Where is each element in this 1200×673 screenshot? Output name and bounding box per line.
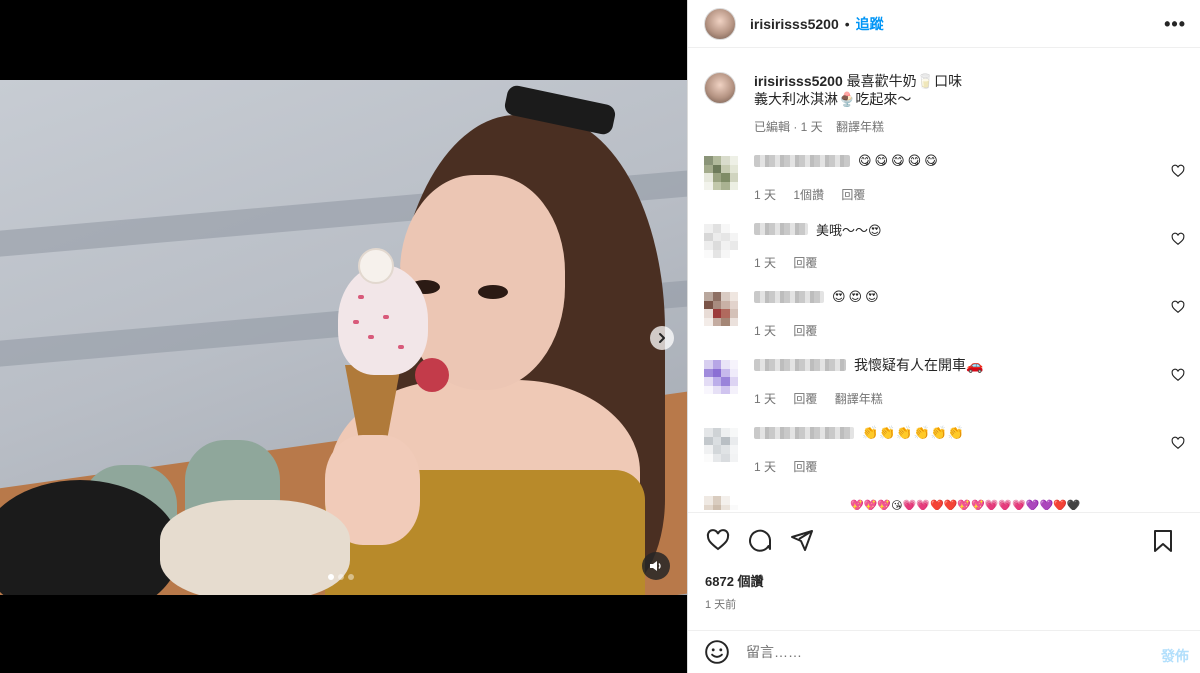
- share-button[interactable]: [788, 526, 816, 554]
- comment-time: 1 天: [754, 324, 777, 338]
- carousel-dot: [328, 574, 334, 580]
- comments-list[interactable]: irisirisss5200 最喜歡牛奶🥛口味 義大利冰淇淋🍨吃起來～ 已編輯 …: [688, 60, 1200, 510]
- comment-input[interactable]: [746, 644, 1126, 660]
- emoji-icon[interactable]: [704, 639, 730, 665]
- redacted-username[interactable]: [754, 427, 854, 439]
- carousel-dot: [338, 574, 344, 580]
- avatar[interactable]: [704, 224, 738, 258]
- heart-icon: [706, 528, 730, 550]
- caption-username[interactable]: irisirisss5200: [754, 73, 843, 89]
- avatar[interactable]: [704, 72, 736, 104]
- post-photo[interactable]: [0, 80, 687, 595]
- caption-line1: 最喜歡牛奶🥛口味: [846, 73, 963, 89]
- redacted-username[interactable]: [754, 291, 824, 303]
- audio-toggle-button[interactable]: [642, 552, 670, 580]
- redacted-username[interactable]: [754, 223, 808, 235]
- reply-button[interactable]: 回覆: [793, 392, 817, 406]
- comment-text: 💖💖💖😘💗💗❤️❤️💖💖💗💗💗💜💜❤️🖤: [850, 498, 1081, 511]
- likes-count[interactable]: 6872 個讚: [705, 571, 764, 590]
- post-side-panel: irisirisss5200 • 追蹤 ••• irisirisss5200 最…: [687, 0, 1200, 673]
- reply-button[interactable]: 回覆: [841, 188, 865, 202]
- carousel-dots: [328, 574, 354, 580]
- avatar[interactable]: [704, 496, 738, 510]
- comment-text: 😋😋😋😋😋: [858, 153, 941, 169]
- reply-button[interactable]: 回覆: [793, 324, 817, 338]
- post-header: irisirisss5200 • 追蹤 •••: [688, 0, 1200, 48]
- comment-icon: [749, 529, 771, 552]
- chevron-right-icon: [659, 333, 665, 343]
- separator: •: [844, 15, 850, 32]
- comment-item: 💖💖💖😘💗💗❤️❤️💖💖💗💗💗💜💜❤️🖤: [704, 486, 1185, 510]
- translate-link[interactable]: 翻譯年糕: [835, 392, 883, 406]
- comment-time: 1 天: [754, 460, 777, 474]
- follow-button[interactable]: 追蹤: [856, 14, 884, 34]
- save-button[interactable]: [1149, 527, 1177, 555]
- comment-time: 1 天: [754, 256, 777, 270]
- avatar[interactable]: [704, 428, 738, 462]
- caption-line2: 義大利冰淇淋🍨吃起來～: [754, 91, 912, 107]
- comment-text: 我懷疑有人在開車🚗: [854, 357, 984, 373]
- avatar[interactable]: [704, 156, 738, 190]
- comment-item: 😍😍😍 1 天 回覆: [704, 282, 1185, 350]
- heart-icon[interactable]: [1171, 436, 1185, 450]
- action-bar: [688, 512, 1200, 566]
- comment-item: 👏👏👏👏👏👏 1 天 回覆: [704, 418, 1185, 486]
- bookmark-icon: [1154, 530, 1172, 552]
- comment-item: 美哦～～😍 1 天 回覆: [704, 214, 1185, 282]
- avatar[interactable]: [704, 7, 736, 40]
- post-time[interactable]: 1 天前: [705, 596, 736, 612]
- heart-icon[interactable]: [1171, 164, 1185, 178]
- reply-button[interactable]: 回覆: [793, 256, 817, 270]
- comment-time: 1 天: [754, 392, 777, 406]
- heart-icon[interactable]: [1171, 368, 1185, 382]
- cloth: [160, 500, 350, 595]
- more-options-button[interactable]: •••: [1164, 14, 1186, 35]
- avatar[interactable]: [704, 292, 738, 326]
- comment-composer: 發佈: [688, 630, 1200, 673]
- username-link[interactable]: irisirisss5200: [750, 16, 839, 32]
- heart-icon[interactable]: [1171, 300, 1185, 314]
- comment-item: 我懷疑有人在開車🚗 1 天 回覆 翻譯年糕: [704, 350, 1185, 418]
- reply-button[interactable]: 回覆: [793, 460, 817, 474]
- media-pane: [0, 0, 687, 673]
- comment-likes[interactable]: 1個讚: [793, 188, 824, 202]
- carousel-dot: [348, 574, 354, 580]
- comment-button[interactable]: [746, 526, 774, 554]
- translate-link[interactable]: 翻譯年糕: [836, 120, 884, 134]
- comment-text: 👏👏👏👏👏👏: [862, 425, 966, 441]
- caption: irisirisss5200 最喜歡牛奶🥛口味 義大利冰淇淋🍨吃起來～ 已編輯 …: [704, 60, 1185, 146]
- like-button[interactable]: [704, 526, 732, 554]
- eye: [478, 285, 508, 299]
- avatar[interactable]: [704, 360, 738, 394]
- volume-icon: [650, 561, 661, 571]
- wafer-disc: [358, 248, 394, 284]
- comment-item: 😋😋😋😋😋 1 天 1個讚 回覆: [704, 146, 1185, 214]
- comment-text: 美哦～～😍: [816, 223, 882, 239]
- redacted-username[interactable]: [754, 155, 850, 167]
- heart-icon[interactable]: [1171, 232, 1185, 246]
- comment-text: 😍😍😍: [832, 289, 882, 305]
- edited-label: 已編輯 · 1 天: [754, 120, 823, 134]
- comment-time: 1 天: [754, 188, 777, 202]
- redacted-username[interactable]: [754, 359, 846, 371]
- post-comment-button[interactable]: 發佈: [1161, 646, 1189, 666]
- carousel-next-button[interactable]: [650, 326, 674, 350]
- share-icon: [791, 529, 813, 551]
- mouth: [415, 358, 449, 392]
